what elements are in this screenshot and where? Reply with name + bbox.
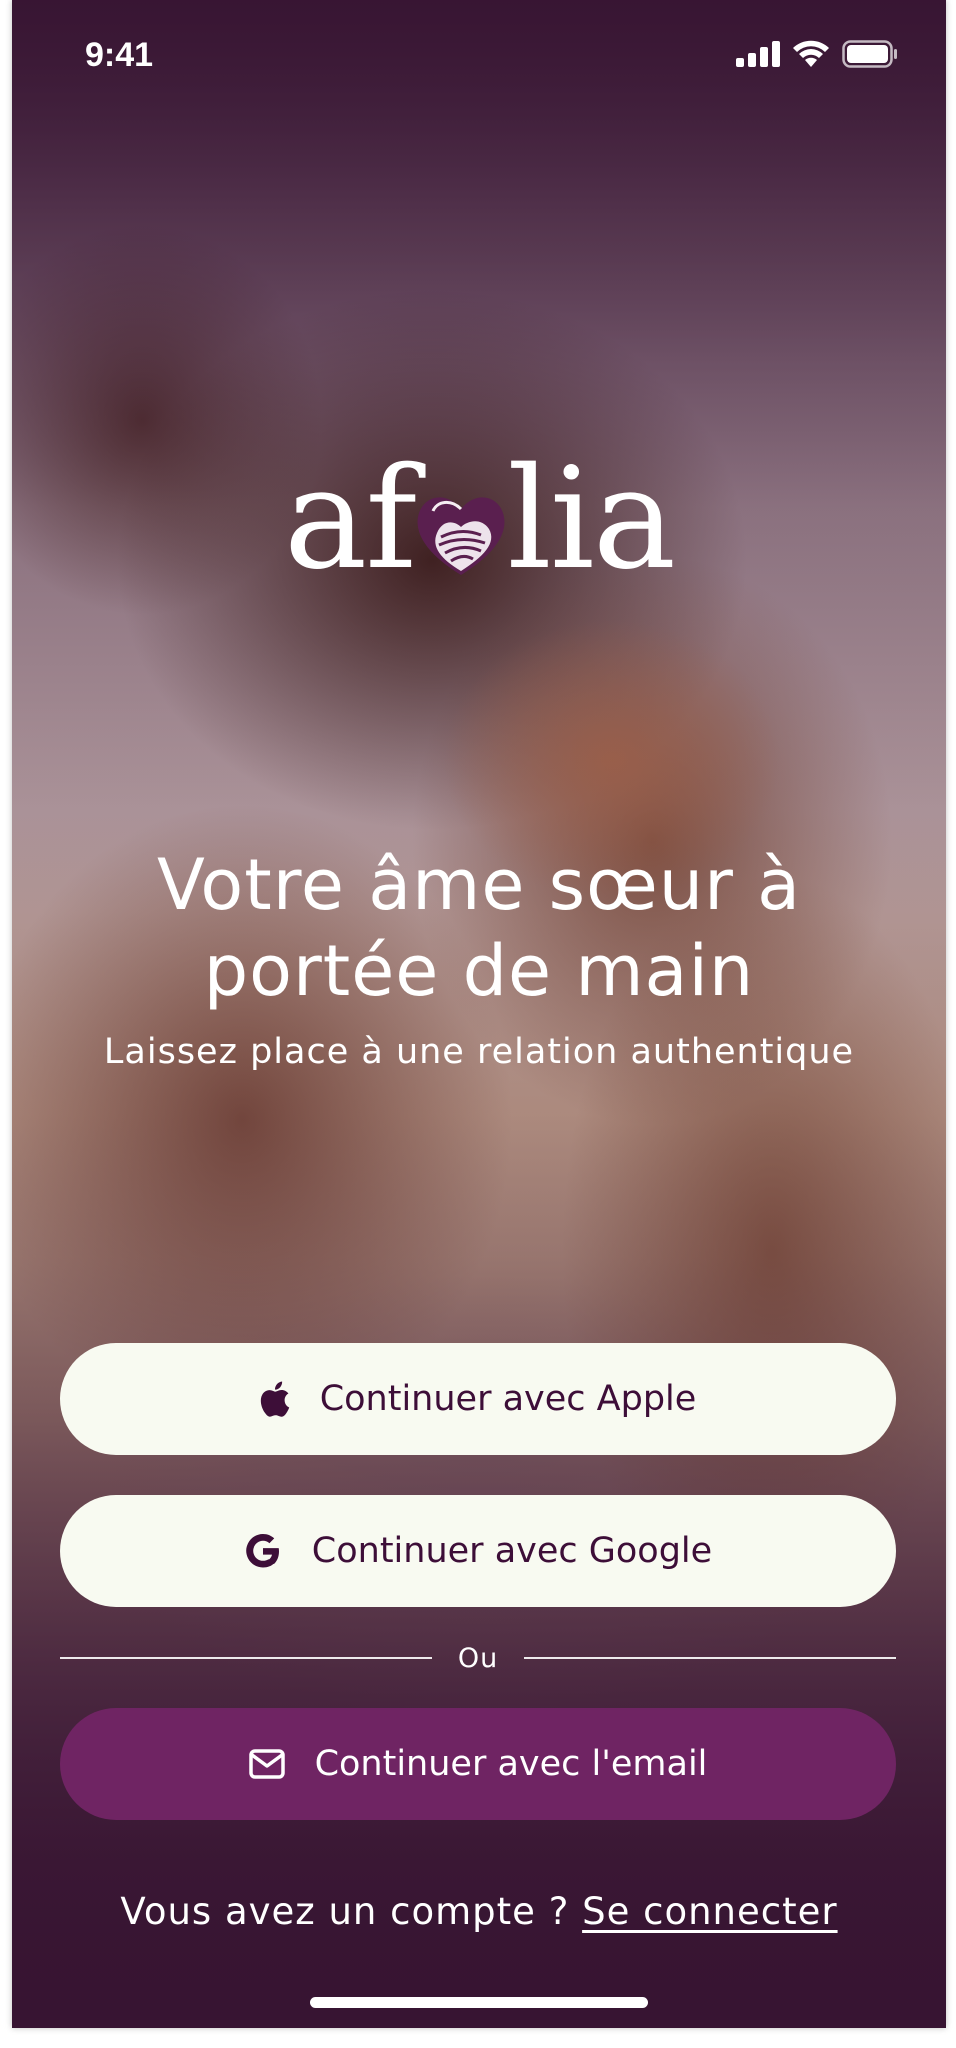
hero-subheadline: Laissez place à une relation authentique: [103, 1032, 855, 1072]
divider-line-right: [524, 1657, 896, 1659]
signin-prompt: Vous avez un compte ? Se connecter: [12, 1890, 946, 1933]
battery-icon: [842, 40, 898, 72]
email-button-label: Continuer avec l'email: [314, 1744, 708, 1784]
wifi-icon: [792, 40, 830, 72]
heart-icon: [411, 440, 511, 620]
home-indicator[interactable]: [310, 1997, 648, 2008]
or-divider: Ou: [60, 1640, 896, 1676]
apple-button-label: Continuer avec Apple: [319, 1379, 697, 1419]
continue-with-email-button[interactable]: Continuer avec l'email: [60, 1708, 896, 1820]
status-icons: [736, 40, 898, 72]
mail-icon: [248, 1749, 285, 1779]
account-prompt-text: Vous avez un compte ?: [120, 1890, 570, 1933]
cellular-signal-icon: [736, 41, 780, 71]
divider-label: Ou: [457, 1642, 499, 1674]
divider-line-left: [60, 1657, 432, 1659]
logo-text-left: af: [283, 438, 417, 601]
continue-with-google-button[interactable]: Continuer avec Google: [60, 1495, 896, 1607]
hero-headline: Votre âme sœur à portée de main: [156, 844, 802, 1012]
google-button-label: Continuer avec Google: [311, 1531, 713, 1571]
phone-screen: 9:41 af lia Votre âme sœur à portée de m…: [12, 0, 946, 2028]
continue-with-apple-button[interactable]: Continuer avec Apple: [60, 1343, 896, 1455]
logo-text-right: lia: [507, 438, 676, 601]
app-logo: af lia: [12, 430, 946, 610]
signin-link[interactable]: Se connecter: [582, 1890, 837, 1933]
apple-icon: [260, 1381, 290, 1417]
status-time: 9:41: [85, 36, 154, 74]
google-icon: [244, 1532, 282, 1570]
